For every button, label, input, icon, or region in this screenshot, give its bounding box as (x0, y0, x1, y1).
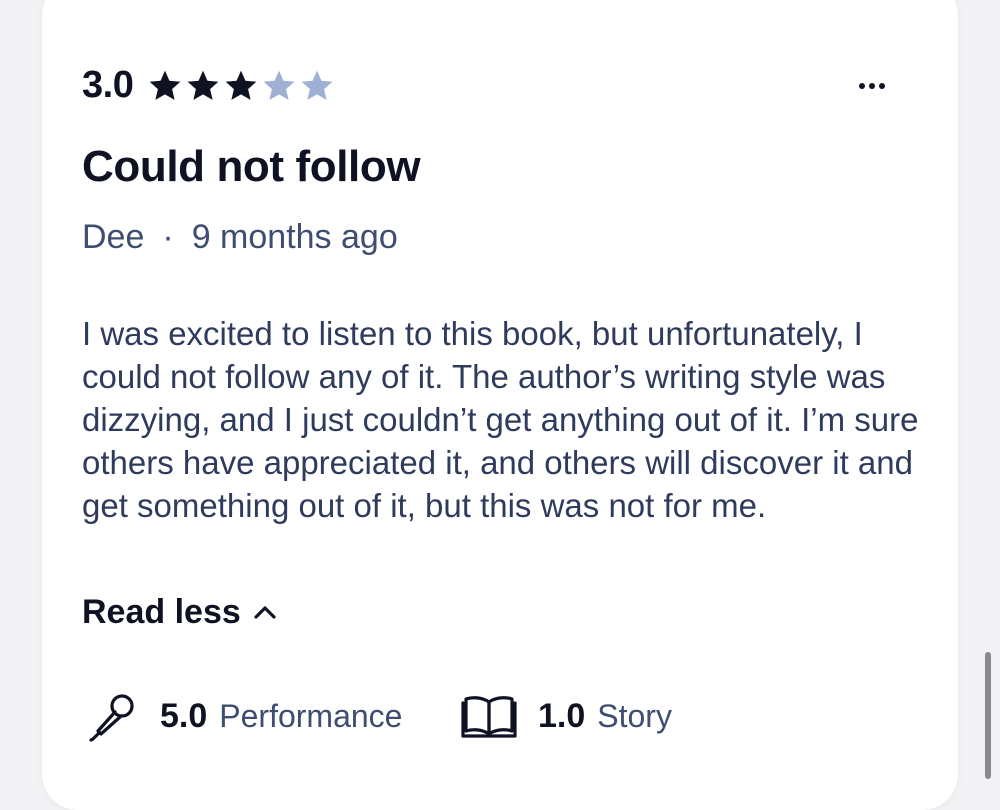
review-meta: Dee · 9 months ago (82, 218, 398, 257)
read-less-button[interactable]: Read less (82, 590, 277, 634)
book-icon (461, 696, 517, 738)
story-label: Story (597, 697, 672, 734)
performance-value: 5.0 (160, 696, 208, 735)
review-title: Could not follow (82, 142, 421, 191)
microphone-icon (89, 694, 134, 742)
review-body: I was excited to listen to this book, bu… (82, 315, 919, 524)
story-rating: 1.0 Story (460, 688, 672, 744)
overall-rating: 3.0 (82, 62, 335, 108)
performance-rating: 5.0 Performance (88, 688, 402, 744)
ellipsis-icon (859, 83, 885, 89)
chevron-up-icon (254, 606, 276, 619)
star-filled-icon (149, 70, 181, 100)
star-rating (147, 68, 335, 102)
story-value: 1.0 (538, 696, 586, 735)
more-options-button[interactable] (846, 66, 898, 106)
star-filled-icon (187, 70, 219, 100)
performance-label: Performance (219, 697, 403, 734)
scrollbar[interactable] (985, 652, 991, 779)
review-time: 9 months ago (191, 218, 398, 256)
star-empty-icon (263, 70, 295, 100)
read-less-label: Read less (82, 592, 241, 631)
rating-value: 3.0 (82, 63, 134, 106)
star-empty-icon (301, 70, 333, 100)
star-filled-icon (225, 70, 257, 100)
meta-separator: · (162, 218, 174, 256)
review-author: Dee (82, 218, 145, 256)
